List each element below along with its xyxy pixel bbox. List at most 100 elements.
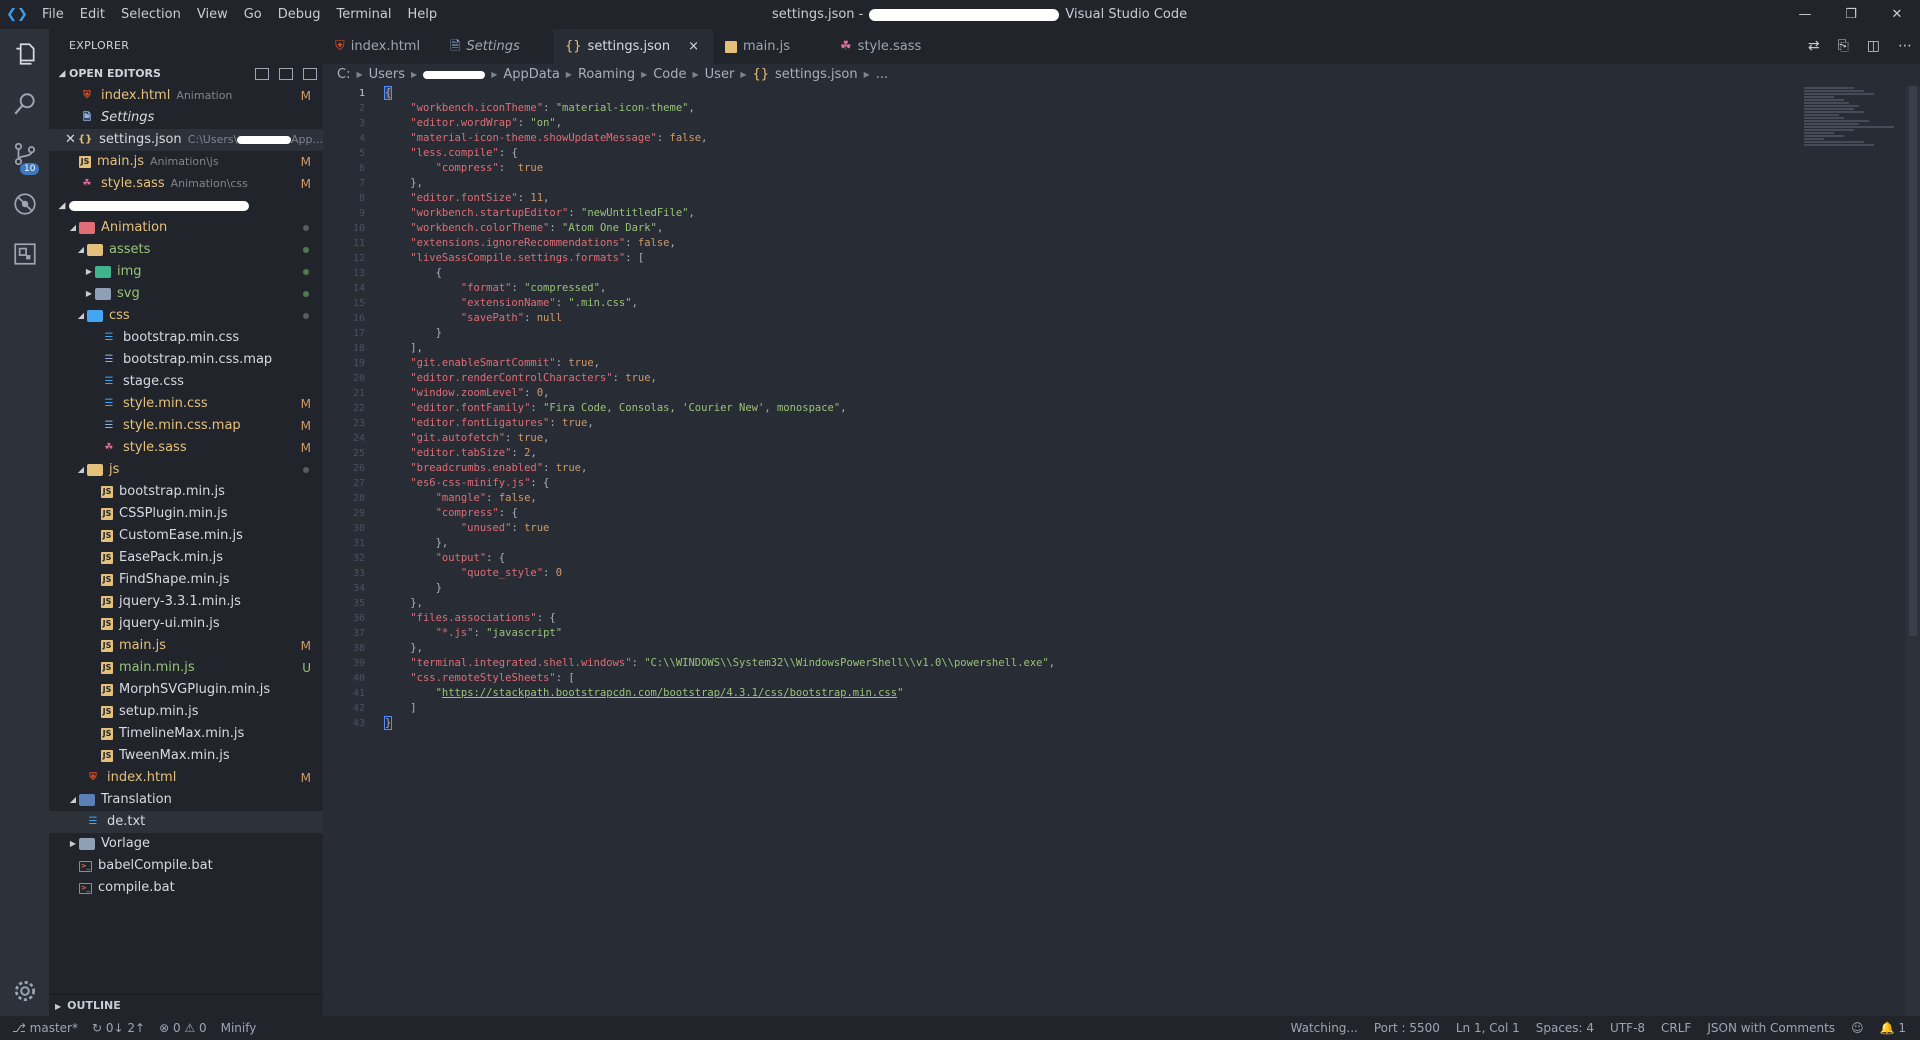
- save-all-icon[interactable]: [279, 68, 293, 80]
- tab-settings-json[interactable]: {} settings.json ×: [553, 29, 714, 64]
- menu-edit[interactable]: Edit: [72, 0, 113, 29]
- tree-file[interactable]: ☰ bootstrap.min.css: [49, 327, 323, 349]
- tree-file[interactable]: ☰ stage.css: [49, 371, 323, 393]
- tree-file[interactable]: JS setup.min.js: [49, 701, 323, 723]
- open-editor-item[interactable]: JS main.js Animation\js M: [49, 151, 323, 173]
- open-changes-icon[interactable]: ⇄: [1808, 29, 1820, 64]
- menu-file[interactable]: File: [34, 0, 72, 29]
- menu-selection[interactable]: Selection: [113, 0, 189, 29]
- restore-button[interactable]: ❐: [1828, 0, 1874, 29]
- tree-file[interactable]: JS CustomEase.min.js: [49, 525, 323, 547]
- breadcrumb-item[interactable]: AppData: [503, 64, 559, 86]
- new-untitled-file-icon[interactable]: [255, 68, 269, 80]
- tree-folder-assets[interactable]: ◢ assets: [49, 239, 323, 261]
- scrollbar-thumb[interactable]: [1909, 86, 1917, 636]
- breadcrumb-item[interactable]: settings.json: [775, 64, 858, 86]
- tree-file[interactable]: JS MorphSVGPlugin.min.js: [49, 679, 323, 701]
- open-settings-json-icon[interactable]: ⎘: [1838, 29, 1849, 64]
- tree-file[interactable]: ☰ de.txt: [49, 811, 323, 833]
- tree-folder-svg[interactable]: ▶ svg: [49, 283, 323, 305]
- tree-file[interactable]: ☰ style.min.css M: [49, 393, 323, 415]
- tree-file[interactable]: JS FindShape.min.js: [49, 569, 323, 591]
- tree-folder-translation[interactable]: ◢ Translation: [49, 789, 323, 811]
- close-icon[interactable]: ✕: [65, 129, 77, 151]
- language-mode[interactable]: JSON with Comments: [1707, 1021, 1835, 1035]
- breadcrumb-item[interactable]: C:: [337, 64, 350, 86]
- tree-folder-vorlage[interactable]: ▶ Vorlage: [49, 833, 323, 855]
- code-editor[interactable]: 1 2 3 4 5 6 7 8 9 10 11 12 13 14 15 16 17 18 19 20 21 22 23 24 2…: [323, 86, 1920, 1016]
- breadcrumb-item[interactable]: ...: [876, 64, 888, 86]
- tree-file[interactable]: JS bootstrap.min.js: [49, 481, 323, 503]
- open-editor-item[interactable]: 🗎 Settings: [49, 107, 323, 129]
- problems-status[interactable]: ⊗ 0 ⚠ 0: [159, 1021, 207, 1035]
- cursor-position[interactable]: Ln 1, Col 1: [1456, 1021, 1520, 1035]
- tab-style-sass[interactable]: ☘ style.sass: [828, 29, 943, 64]
- tab-index-html[interactable]: ⛨ index.html: [323, 29, 438, 64]
- open-editors-header[interactable]: ◢ OPEN EDITORS: [49, 63, 323, 85]
- feedback-smiley-icon[interactable]: ☺: [1851, 1021, 1864, 1035]
- open-editor-item[interactable]: ☘ style.sass Animation\css M: [49, 173, 323, 195]
- editor-scrollbar[interactable]: [1906, 86, 1920, 1016]
- line-number: 31: [352, 538, 365, 549]
- tree-file[interactable]: ☰ style.min.css.map M: [49, 415, 323, 437]
- tree-file[interactable]: JS EasePack.min.js: [49, 547, 323, 569]
- encoding-status[interactable]: UTF-8: [1610, 1021, 1645, 1035]
- menu-terminal[interactable]: Terminal: [329, 0, 400, 29]
- live-server-port[interactable]: Port : 5500: [1374, 1021, 1440, 1035]
- git-branch-status[interactable]: ⎇ master*: [12, 1021, 78, 1035]
- git-sync-status[interactable]: ↻ 0↓ 2↑: [92, 1021, 145, 1035]
- breadcrumb-item[interactable]: Roaming: [578, 64, 635, 86]
- menu-help[interactable]: Help: [399, 0, 445, 29]
- settings-gear-icon[interactable]: [0, 966, 49, 1016]
- eol-status[interactable]: CRLF: [1661, 1021, 1691, 1035]
- tree-file[interactable]: JS jquery-3.3.1.min.js: [49, 591, 323, 613]
- open-editor-item[interactable]: ⛨ index.html Animation M: [49, 85, 323, 107]
- git-dot: [303, 269, 309, 275]
- notifications-status[interactable]: 🔔 1: [1880, 1021, 1906, 1035]
- menu-go[interactable]: Go: [236, 0, 270, 29]
- tree-file[interactable]: JS TimelineMax.min.js: [49, 723, 323, 745]
- folder-open-icon: [79, 222, 95, 234]
- close-all-icon[interactable]: [303, 68, 317, 80]
- tree-folder-js[interactable]: ◢ js: [49, 459, 323, 481]
- tree-folder-css[interactable]: ◢ css: [49, 305, 323, 327]
- workspace-folder-header[interactable]: ◢: [49, 195, 323, 217]
- extensions-icon[interactable]: [0, 229, 49, 279]
- explorer-icon[interactable]: [0, 29, 49, 79]
- debug-icon[interactable]: [0, 179, 49, 229]
- tree-file[interactable]: JS main.min.js U: [49, 657, 323, 679]
- minimap[interactable]: [1804, 86, 1904, 176]
- tree-file[interactable]: JS CSSPlugin.min.js: [49, 503, 323, 525]
- search-icon[interactable]: [0, 79, 49, 129]
- tree-file[interactable]: ⛨ index.html M: [49, 767, 323, 789]
- minimize-button[interactable]: —: [1782, 0, 1828, 29]
- tree-folder-img[interactable]: ▶ img: [49, 261, 323, 283]
- menu-view[interactable]: View: [189, 0, 236, 29]
- tree-file[interactable]: ☰ bootstrap.min.css.map: [49, 349, 323, 371]
- git-status: M: [300, 419, 311, 433]
- indentation-status[interactable]: Spaces: 4: [1536, 1021, 1594, 1035]
- tab-main-js[interactable]: JS main.js: [713, 29, 828, 64]
- more-actions-icon[interactable]: ⋯: [1898, 29, 1912, 64]
- source-control-icon[interactable]: 10: [0, 129, 49, 179]
- open-editor-item-active[interactable]: ✕ {} settings.json C:\Users\ App...: [49, 129, 323, 151]
- outline-header[interactable]: ▶ OUTLINE: [49, 994, 323, 1016]
- tree-file[interactable]: >_ compile.bat: [49, 877, 323, 899]
- breadcrumb-item[interactable]: Users: [369, 64, 405, 86]
- minify-status[interactable]: Minify: [221, 1021, 257, 1035]
- tree-file[interactable]: JS jquery-ui.min.js: [49, 613, 323, 635]
- code-area[interactable]: { "workbench.iconTheme": "material-icon-…: [383, 86, 1055, 731]
- breadcrumb-item[interactable]: User: [705, 64, 735, 86]
- close-window-button[interactable]: ✕: [1874, 0, 1920, 29]
- split-editor-icon[interactable]: ◫: [1867, 29, 1880, 64]
- tab-settings[interactable]: 🗎 Settings: [438, 29, 553, 64]
- tree-file[interactable]: >_ babelCompile.bat: [49, 855, 323, 877]
- tree-folder-animation[interactable]: ◢ Animation: [49, 217, 323, 239]
- menu-debug[interactable]: Debug: [270, 0, 329, 29]
- tree-file[interactable]: JS TweenMax.min.js: [49, 745, 323, 767]
- tree-file[interactable]: JS main.js M: [49, 635, 323, 657]
- close-tab-icon[interactable]: ×: [688, 29, 699, 64]
- breadcrumb-item[interactable]: Code: [653, 64, 686, 86]
- watching-status[interactable]: Watching...: [1291, 1021, 1358, 1035]
- tree-file[interactable]: ☘ style.sass M: [49, 437, 323, 459]
